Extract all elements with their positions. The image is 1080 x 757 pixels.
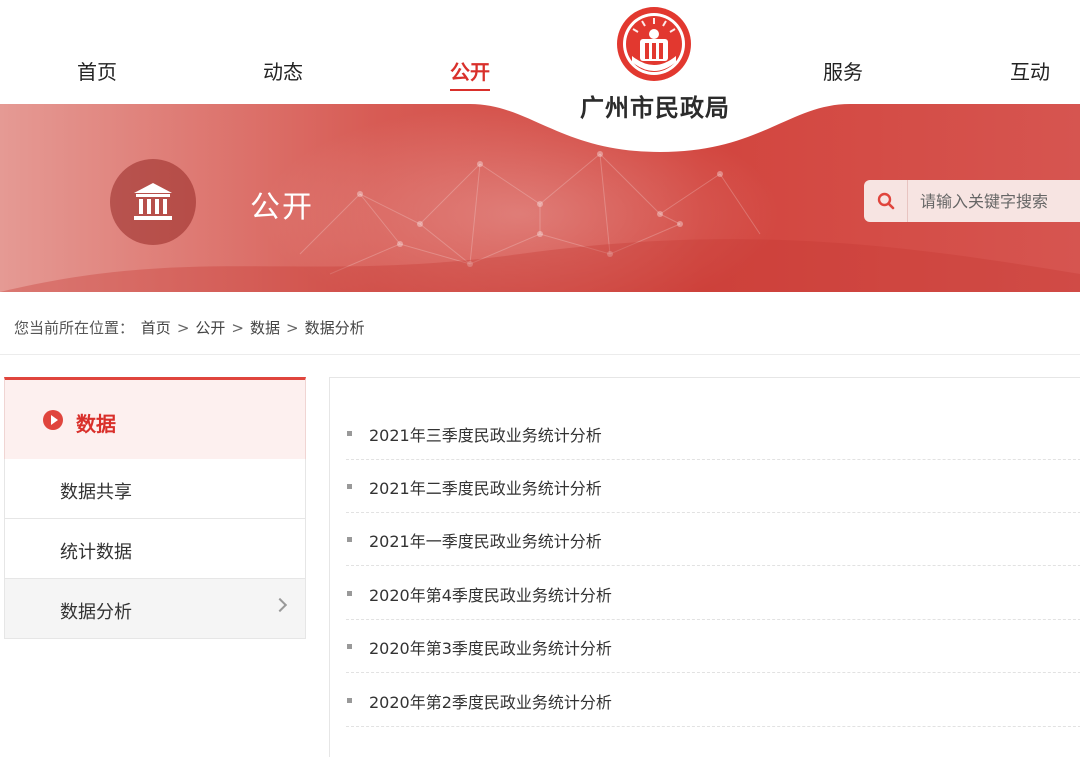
civil-affairs-emblem-icon bbox=[617, 7, 691, 81]
sidebar-item-data-analysis[interactable]: 数据分析 bbox=[4, 579, 306, 639]
sidebar-heading: 数据 bbox=[4, 377, 306, 459]
breadcrumb-home[interactable]: 首页 bbox=[141, 319, 171, 337]
search-input[interactable] bbox=[908, 180, 1080, 222]
list-item[interactable]: 2020年第2季度民政业务统计分析 bbox=[346, 674, 1080, 727]
sidebar-item-data-sharing[interactable]: 数据共享 bbox=[4, 459, 306, 519]
article-title[interactable]: 2021年二季度民政业务统计分析 bbox=[369, 475, 602, 499]
nav-interaction[interactable]: 互动 bbox=[1010, 56, 1050, 85]
chevron-right-icon bbox=[272, 597, 288, 613]
list-item[interactable]: 2020年第4季度民政业务统计分析 bbox=[346, 567, 1080, 620]
play-circle-icon bbox=[43, 410, 63, 430]
breadcrumb-public[interactable]: 公开 bbox=[195, 319, 225, 337]
banner: 公开 bbox=[0, 104, 1080, 292]
article-title[interactable]: 2021年三季度民政业务统计分析 bbox=[369, 422, 602, 446]
page-title: 公开 bbox=[250, 190, 314, 225]
list-item[interactable]: 2021年二季度民政业务统计分析 bbox=[346, 460, 1080, 513]
bullet-icon bbox=[347, 431, 352, 436]
nav-news[interactable]: 动态 bbox=[263, 56, 303, 85]
list-item[interactable]: 2021年一季度民政业务统计分析 bbox=[346, 513, 1080, 566]
breadcrumb-data[interactable]: 数据 bbox=[250, 319, 280, 337]
sidebar-heading-label: 数据 bbox=[76, 412, 116, 436]
article-title[interactable]: 2020年第4季度民政业务统计分析 bbox=[369, 582, 612, 606]
institution-building-icon bbox=[110, 159, 196, 245]
sidebar-item-label: 统计数据 bbox=[60, 542, 132, 563]
sidebar-item-label: 数据共享 bbox=[60, 482, 132, 503]
article-title[interactable]: 2020年第3季度民政业务统计分析 bbox=[369, 635, 612, 659]
breadcrumb-separator: > bbox=[231, 319, 244, 337]
search-button[interactable] bbox=[864, 180, 908, 222]
site-logo[interactable]: 广州市民政局 bbox=[560, 0, 750, 140]
article-title[interactable]: 2020年第2季度民政业务统计分析 bbox=[369, 689, 612, 713]
sidebar-item-label: 数据分析 bbox=[60, 602, 132, 623]
nav-service[interactable]: 服务 bbox=[823, 56, 863, 85]
article-title[interactable]: 2021年一季度民政业务统计分析 bbox=[369, 528, 602, 552]
logo-text: 广州市民政局 bbox=[580, 94, 730, 122]
breadcrumb-prefix: 您当前所在位置： bbox=[14, 319, 135, 337]
bullet-icon bbox=[347, 537, 352, 542]
breadcrumb-separator: > bbox=[176, 319, 190, 337]
list-item[interactable]: 2020年第3季度民政业务统计分析 bbox=[346, 620, 1080, 673]
bullet-icon bbox=[347, 591, 352, 596]
nav-home[interactable]: 首页 bbox=[77, 56, 117, 85]
list-item[interactable]: 2021年三季度民政业务统计分析 bbox=[346, 407, 1080, 460]
divider bbox=[0, 354, 1080, 355]
bullet-icon bbox=[347, 484, 352, 489]
sidebar-item-statistics[interactable]: 统计数据 bbox=[4, 519, 306, 579]
top-navigation: 首页 动态 公开 服务 互动 bbox=[0, 0, 1080, 104]
search-box bbox=[864, 180, 1080, 222]
nav-public[interactable]: 公开 bbox=[450, 56, 490, 91]
breadcrumb: 您当前所在位置： 首页 > 公开 > 数据 > 数据分析 bbox=[14, 317, 365, 338]
search-icon bbox=[877, 192, 895, 210]
bullet-icon bbox=[347, 698, 352, 703]
sidebar: 数据 数据共享 统计数据 数据分析 bbox=[4, 377, 306, 639]
breadcrumb-data-analysis[interactable]: 数据分析 bbox=[305, 319, 365, 337]
breadcrumb-separator: > bbox=[286, 319, 299, 337]
bullet-icon bbox=[347, 644, 352, 649]
article-list: 2021年三季度民政业务统计分析 2021年二季度民政业务统计分析 2021年一… bbox=[329, 377, 1080, 757]
